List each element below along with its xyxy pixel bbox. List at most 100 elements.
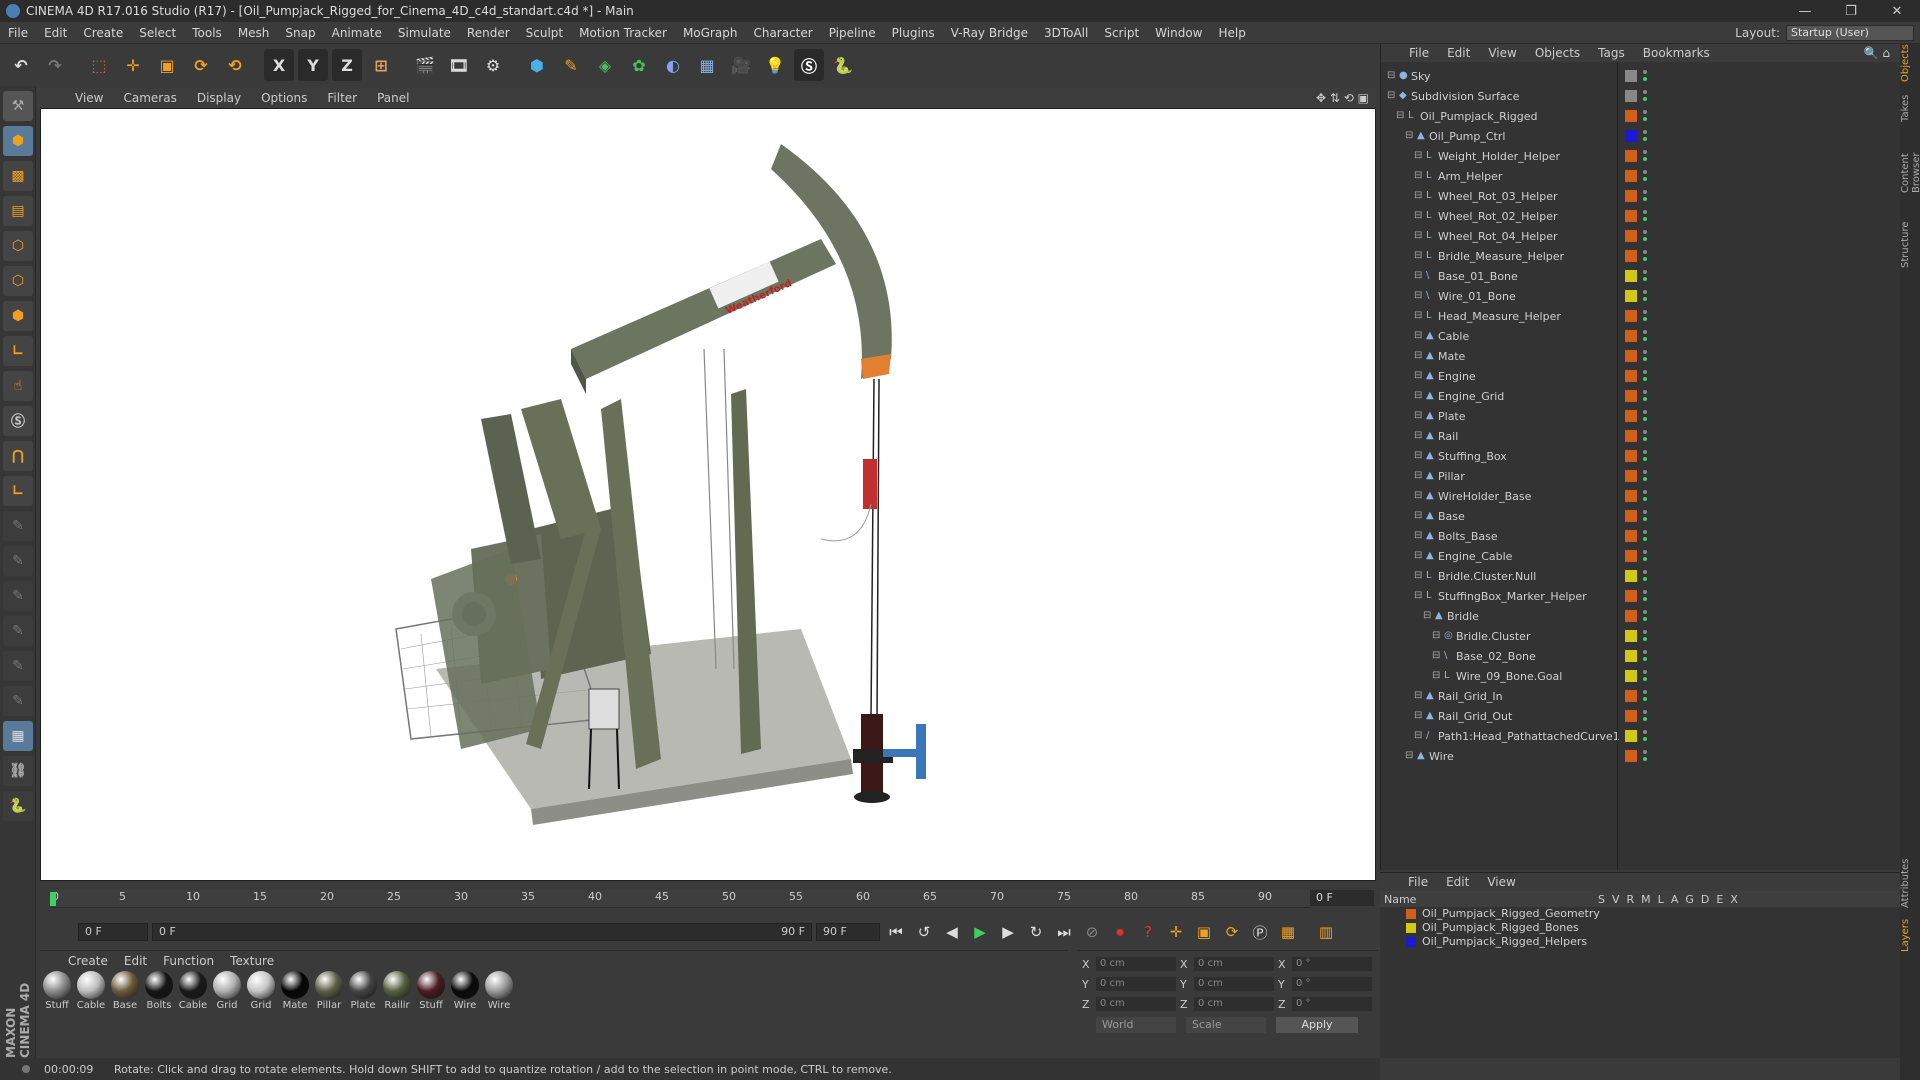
object-row[interactable]: ⊟ L Weight_Holder_Helper: [1381, 146, 1901, 166]
editor-visibility-dot[interactable]: [1643, 110, 1647, 114]
expand-toggle-icon[interactable]: ⊟: [1405, 751, 1415, 761]
object-name[interactable]: Sky: [1411, 70, 1430, 83]
expand-toggle-icon[interactable]: ⊟: [1414, 571, 1424, 581]
expand-toggle-icon[interactable]: ⊟: [1414, 291, 1424, 301]
editor-visibility-dot[interactable]: [1643, 390, 1647, 394]
rotation-p-field[interactable]: 0 °: [1292, 977, 1372, 991]
layer-menu-edit[interactable]: Edit: [1446, 875, 1469, 889]
size-y-field[interactable]: 0 cm: [1194, 977, 1274, 991]
render-visibility-dot[interactable]: [1643, 317, 1647, 321]
vray-icon[interactable]: Ⓢ: [794, 49, 824, 81]
layer-color-tag[interactable]: [1625, 650, 1637, 662]
go-to-start-icon[interactable]: ⏮: [884, 920, 908, 944]
material-swatch[interactable]: Base: [110, 971, 140, 1011]
object-name[interactable]: Head_Measure_Helper: [1438, 310, 1561, 323]
render-visibility-dot[interactable]: [1643, 337, 1647, 341]
layer-color-tag[interactable]: [1625, 730, 1637, 742]
layer-row[interactable]: Oil_Pumpjack_Rigged_Helpers: [1380, 935, 1900, 949]
editor-visibility-dot[interactable]: [1643, 450, 1647, 454]
menu-mesh[interactable]: Mesh: [230, 26, 278, 40]
object-row[interactable]: ⊟ ▲ Rail: [1381, 426, 1901, 446]
render-visibility-dot[interactable]: [1643, 437, 1647, 441]
render-visibility-dot[interactable]: [1643, 617, 1647, 621]
expand-toggle-icon[interactable]: ⊟: [1414, 231, 1424, 241]
layer-color-swatch[interactable]: [1406, 937, 1416, 947]
play-icon[interactable]: ▶: [968, 920, 992, 944]
render-visibility-dot[interactable]: [1643, 277, 1647, 281]
object-row[interactable]: ⊟ ▲ Rail_Grid_In: [1381, 686, 1901, 706]
layer-name[interactable]: Oil_Pumpjack_Rigged_Helpers: [1422, 935, 1587, 948]
polygons-mode-icon[interactable]: ⬢: [3, 301, 33, 331]
floor-icon[interactable]: ▦: [692, 49, 722, 81]
layer-color-tag[interactable]: [1625, 310, 1637, 322]
cloner-icon[interactable]: ✿: [624, 49, 654, 81]
layer-color-tag[interactable]: [1625, 150, 1637, 162]
axis-mode-icon[interactable]: ∟: [3, 336, 33, 366]
render-visibility-dot[interactable]: [1643, 237, 1647, 241]
object-menu-edit[interactable]: Edit: [1447, 46, 1470, 60]
viewport-menu-panel[interactable]: Panel: [367, 91, 419, 105]
editor-visibility-dot[interactable]: [1643, 190, 1647, 194]
layer-color-tag[interactable]: [1625, 750, 1637, 762]
object-name[interactable]: Wheel_Rot_04_Helper: [1438, 230, 1558, 243]
viewport-menu-options[interactable]: Options: [251, 91, 317, 105]
render-visibility-dot[interactable]: [1643, 457, 1647, 461]
editor-visibility-dot[interactable]: [1643, 90, 1647, 94]
object-menu-tags[interactable]: Tags: [1598, 46, 1625, 60]
layer-color-tag[interactable]: [1625, 130, 1637, 142]
workplane-mode-icon[interactable]: ▤: [3, 196, 33, 226]
render-visibility-dot[interactable]: [1643, 737, 1647, 741]
render-visibility-dot[interactable]: [1643, 757, 1647, 761]
expand-toggle-icon[interactable]: ⊟: [1432, 671, 1442, 681]
expand-toggle-icon[interactable]: ⊟: [1387, 71, 1397, 81]
object-name[interactable]: Oil_Pumpjack_Rigged: [1420, 110, 1538, 123]
3d-viewport[interactable]: Weatherford: [40, 108, 1376, 881]
expand-toggle-icon[interactable]: ⊟: [1396, 111, 1406, 121]
object-name[interactable]: Wire_01_Bone: [1438, 290, 1516, 303]
object-name[interactable]: Wheel_Rot_02_Helper: [1438, 210, 1558, 223]
sculpt-mask-icon[interactable]: ✎: [3, 686, 33, 716]
layer-color-tag[interactable]: [1625, 110, 1637, 122]
record-active-icon[interactable]: ⊘: [1080, 920, 1104, 944]
layer-color-tag[interactable]: [1625, 90, 1637, 102]
object-name[interactable]: Subdivision Surface: [1411, 90, 1519, 103]
minimize-button[interactable]: —: [1782, 4, 1828, 19]
move-icon[interactable]: ✛: [118, 49, 148, 81]
render-visibility-dot[interactable]: [1643, 537, 1647, 541]
next-frame-icon[interactable]: ▶: [996, 920, 1020, 944]
expand-toggle-icon[interactable]: ⊟: [1414, 711, 1424, 721]
material-swatch[interactable]: Mate: [280, 971, 310, 1011]
object-name[interactable]: Engine_Grid: [1438, 390, 1504, 403]
tab-content-browser[interactable]: Content Browser: [1900, 128, 1920, 218]
expand-toggle-icon[interactable]: ⊟: [1414, 311, 1424, 321]
object-row[interactable]: ⊟ L StuffingBox_Marker_Helper: [1381, 586, 1901, 606]
keyframe-selection-icon[interactable]: ?: [1136, 920, 1160, 944]
layer-color-tag[interactable]: [1625, 570, 1637, 582]
menu-vray-bridge[interactable]: V-Ray Bridge: [943, 26, 1036, 40]
object-row[interactable]: ⊟ ▲ Engine_Cable: [1381, 546, 1901, 566]
layer-color-tag[interactable]: [1625, 390, 1637, 402]
playhead-marker[interactable]: [50, 892, 56, 906]
editor-visibility-dot[interactable]: [1643, 150, 1647, 154]
viewport-menu-cameras[interactable]: Cameras: [113, 91, 186, 105]
editor-visibility-dot[interactable]: [1643, 490, 1647, 494]
menu-character[interactable]: Character: [745, 26, 820, 40]
object-row[interactable]: ⊟ ▲ Bridle: [1381, 606, 1901, 626]
object-row[interactable]: ⊟ L Bridle_Measure_Helper: [1381, 246, 1901, 266]
expand-toggle-icon[interactable]: ⊟: [1414, 351, 1424, 361]
object-row[interactable]: ⊟ L Wheel_Rot_03_Helper: [1381, 186, 1901, 206]
object-row[interactable]: ⊟ ▲ WireHolder_Base: [1381, 486, 1901, 506]
render-visibility-dot[interactable]: [1643, 477, 1647, 481]
object-name[interactable]: Pillar: [1438, 470, 1465, 483]
material-swatch[interactable]: Stuff: [42, 971, 72, 1011]
object-name[interactable]: Wire: [1429, 750, 1454, 763]
layer-color-tag[interactable]: [1625, 530, 1637, 542]
key-pla-icon[interactable]: ▦: [1276, 920, 1300, 944]
cube-primitive-icon[interactable]: ⬢: [522, 49, 552, 81]
object-name[interactable]: StuffingBox_Marker_Helper: [1438, 590, 1587, 603]
material-menu-texture[interactable]: Texture: [230, 954, 274, 968]
sculpt-smooth-icon[interactable]: ✎: [3, 581, 33, 611]
object-row[interactable]: ⊟ \ Wire_01_Bone: [1381, 286, 1901, 306]
layer-row[interactable]: Oil_Pumpjack_Rigged_Geometry: [1380, 907, 1900, 921]
timeline-ruler[interactable]: 0 5 10 15 20 25 30 35 40 45 50 55 60 65 …: [50, 890, 1310, 908]
